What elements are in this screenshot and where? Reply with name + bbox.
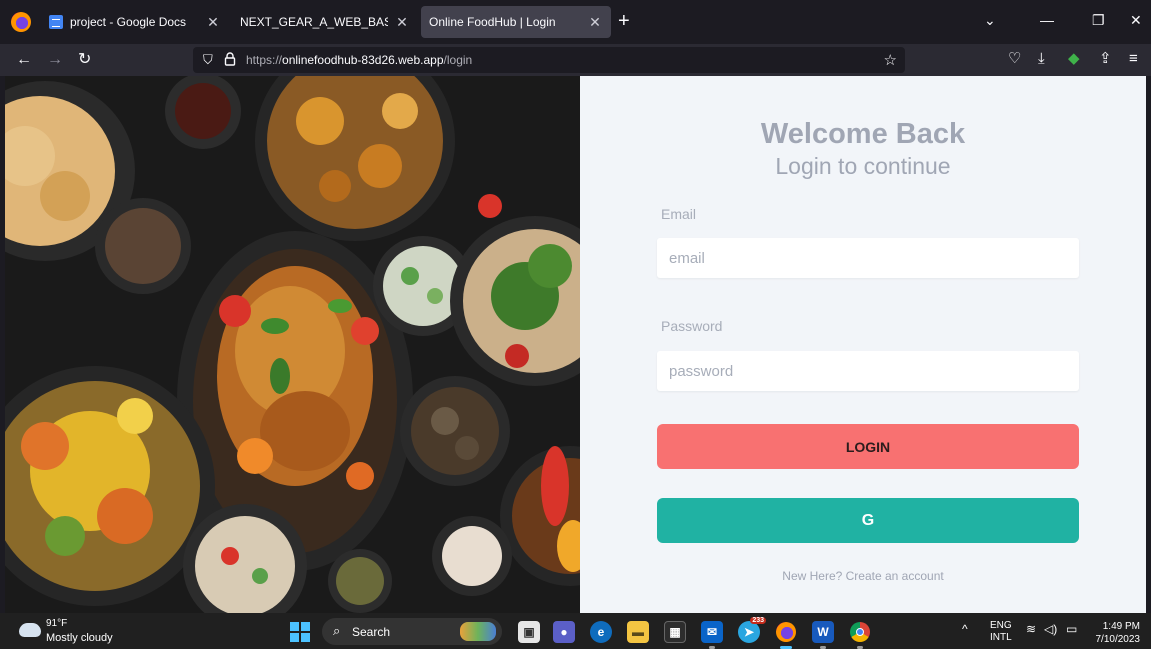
google-docs-icon <box>49 15 63 29</box>
search-icon: ⌕ <box>333 623 341 638</box>
keyboard-layout: INTL <box>990 632 1012 643</box>
lock-icon[interactable] <box>224 52 236 66</box>
show-hidden-icons-chevron-icon[interactable]: ^ <box>962 622 968 636</box>
tab-close-icon[interactable]: ✕ <box>587 14 603 31</box>
new-tab-plus-icon[interactable]: + <box>618 11 630 31</box>
login-panel: Welcome Back Login to continue Email Pas… <box>580 76 1146 613</box>
firefox-taskbar-icon[interactable] <box>775 621 797 649</box>
language-code: ENG <box>990 620 1012 631</box>
restore-icon[interactable]: ❐ <box>1092 12 1105 29</box>
navigation-toolbar: ← → ↻ ⛉ https://onlinefoodhub-83d26.web.… <box>0 44 1151 76</box>
telegram-unread-badge: 233 <box>750 617 766 624</box>
list-all-tabs-chevron-icon[interactable]: ⌄ <box>984 12 996 29</box>
login-subheading: Login to continue <box>775 153 951 179</box>
tracking-protection-shield-icon[interactable]: ⛉ <box>203 52 213 68</box>
weather-condition[interactable]: Mostly cloudy <box>46 632 113 644</box>
edge-browser-icon[interactable]: e <box>590 621 612 643</box>
search-label: Search <box>352 625 391 639</box>
forward-arrow-icon[interactable]: → <box>47 50 63 70</box>
windows-start-icon[interactable] <box>290 622 310 642</box>
tab-title: NEXT_GEAR_A_WEB_BASED_APPLIC <box>240 15 388 29</box>
email-field[interactable] <box>657 238 1079 278</box>
create-account-link[interactable]: New Here? Create an account <box>580 569 1146 583</box>
mail-icon[interactable]: ✉ <box>701 621 723 649</box>
firefox-logo-icon[interactable] <box>11 12 31 32</box>
file-explorer-icon[interactable]: ▬ <box>627 621 649 643</box>
address-bar[interactable]: ⛉ https://onlinefoodhub-83d26.web.app/lo… <box>193 47 905 73</box>
battery-icon[interactable]: ▭ <box>1066 622 1077 636</box>
weather-temperature[interactable]: 91°F <box>46 618 67 629</box>
close-window-icon[interactable]: ✕ <box>1130 12 1142 29</box>
tab-close-icon[interactable]: ✕ <box>205 14 221 31</box>
tab-title: project - Google Docs <box>70 15 187 29</box>
bookmark-star-icon[interactable]: ☆ <box>884 51 897 69</box>
browser-tab-strip: project - Google Docs ✕ NEXT_GEAR_A_WEB_… <box>0 0 1151 44</box>
search-highlight-icon <box>460 622 496 641</box>
food-platter-image <box>5 76 580 613</box>
wifi-icon[interactable]: ≋ <box>1026 622 1036 636</box>
food-illustration <box>5 76 580 613</box>
email-label: Email <box>661 206 697 222</box>
system-clock[interactable]: 1:49 PM 7/10/2023 <box>1090 620 1141 646</box>
tab-close-icon[interactable]: ✕ <box>394 14 410 31</box>
back-arrow-icon[interactable]: ← <box>16 50 32 70</box>
minimize-icon[interactable]: — <box>1040 12 1054 28</box>
login-button[interactable]: LOGIN <box>657 424 1079 469</box>
tab-google-docs[interactable]: project - Google Docs ✕ <box>41 6 229 38</box>
password-label: Password <box>661 318 723 334</box>
pocket-icon[interactable]: ♡ <box>1008 49 1021 69</box>
app-menu-hamburger-icon[interactable]: ≡ <box>1129 49 1138 69</box>
password-field[interactable] <box>657 351 1079 391</box>
google-sign-in-button[interactable]: G <box>657 498 1079 543</box>
extension-icon[interactable]: ◆ <box>1068 49 1080 69</box>
web-page: Welcome Back Login to continue Email Pas… <box>5 76 1146 613</box>
clock-date: 7/10/2023 <box>1095 634 1141 645</box>
input-language-indicator[interactable]: ENG INTL <box>990 620 1012 644</box>
reload-icon[interactable]: ↻ <box>78 50 91 70</box>
tab-online-foodhub[interactable]: Online FoodHub | Login ✕ <box>421 6 611 38</box>
word-icon[interactable]: W <box>812 621 834 649</box>
cloudy-weather-icon[interactable] <box>15 619 41 637</box>
tab-title: Online FoodHub | Login <box>429 15 556 29</box>
teams-chat-icon[interactable]: ● <box>553 621 575 643</box>
welcome-heading: Welcome Back <box>760 118 966 150</box>
downloads-icon[interactable]: ⤓ <box>1038 49 1045 69</box>
url-text[interactable]: https://onlinefoodhub-83d26.web.app/logi… <box>246 53 472 67</box>
chrome-icon[interactable] <box>849 621 871 649</box>
windows-taskbar: 91°F Mostly cloudy ⌕ Search ▣ ● e ▬ ▦ ✉ … <box>0 613 1151 649</box>
taskbar-search-box[interactable]: ⌕ Search <box>322 618 502 645</box>
tab-next-gear[interactable]: NEXT_GEAR_A_WEB_BASED_APPLIC ✕ <box>232 6 418 38</box>
share-icon[interactable]: ⇪ <box>1099 49 1112 69</box>
clock-time: 1:49 PM <box>1102 621 1140 632</box>
task-view-icon[interactable]: ▣ <box>518 621 540 643</box>
volume-icon[interactable]: ◁) <box>1044 622 1057 636</box>
microsoft-store-icon[interactable]: ▦ <box>664 621 686 643</box>
telegram-icon[interactable]: ➤ 233 <box>738 617 766 643</box>
